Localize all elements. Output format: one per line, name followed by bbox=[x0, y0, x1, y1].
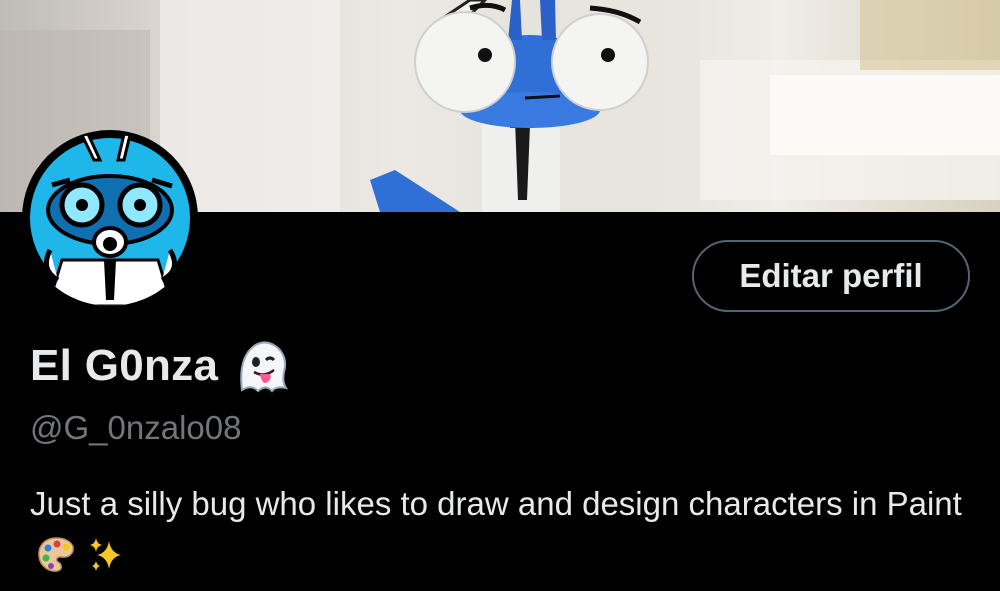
profile-avatar[interactable] bbox=[22, 130, 198, 306]
display-name: El G0nza bbox=[30, 341, 219, 390]
edit-profile-button[interactable]: Editar perfil bbox=[692, 240, 970, 312]
artist-palette-emoji bbox=[36, 535, 76, 575]
display-name-row: El G0nza bbox=[30, 338, 290, 394]
avatar-image bbox=[30, 132, 190, 306]
user-handle: @G_0nzalo08 bbox=[30, 409, 242, 446]
profile-bio: Just a silly bug who likes to draw and d… bbox=[30, 478, 980, 582]
ghost-tongue-emoji bbox=[232, 338, 290, 394]
sparkles-emoji bbox=[87, 535, 127, 575]
bio-text: Just a silly bug who likes to draw and d… bbox=[30, 485, 962, 522]
